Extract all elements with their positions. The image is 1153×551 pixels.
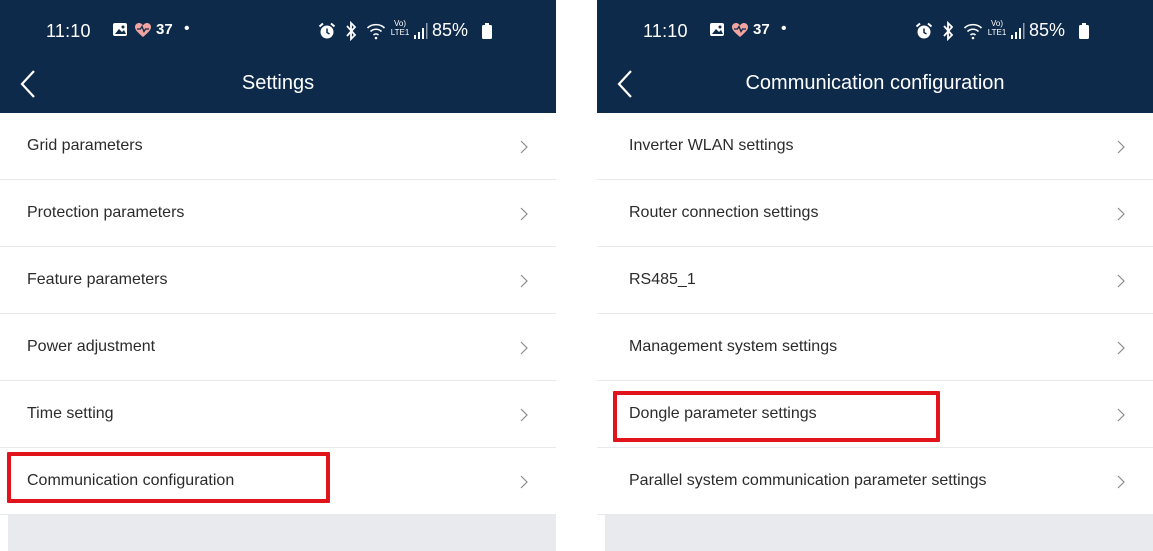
menu-item-label: Protection parameters <box>27 204 185 221</box>
dot-icon: • <box>184 20 190 37</box>
chevron-right-icon <box>1117 274 1125 288</box>
chevron-right-icon <box>520 140 528 154</box>
network-label: Vo) LTE1 <box>390 19 410 37</box>
menu-item-protection-parameters[interactable]: Protection parameters <box>0 180 556 247</box>
chevron-right-icon <box>520 475 528 489</box>
menu-item-label: Grid parameters <box>27 137 143 154</box>
battery-icon <box>482 23 492 39</box>
menu-item-rs485-1[interactable]: RS485_1 <box>597 247 1153 314</box>
settings-list: Grid parameters Protection parameters Fe… <box>0 113 556 515</box>
menu-item-label: Router connection settings <box>629 204 819 221</box>
communication-list: Inverter WLAN settings Router connection… <box>597 113 1153 515</box>
menu-item-label: RS485_1 <box>629 271 696 288</box>
chevron-right-icon <box>1117 207 1125 221</box>
chevron-right-icon <box>1117 475 1125 489</box>
status-bar: 11:10 37 • Vo) LTE1 85% <box>0 0 556 58</box>
status-icons-right: Vo) LTE1 85% <box>915 19 1105 42</box>
status-bar: 11:10 37 • Vo) LTE1 85% <box>597 0 1153 58</box>
menu-item-label: Parallel system communication parameter … <box>629 472 987 489</box>
signal-icon <box>1011 23 1025 39</box>
back-button[interactable] <box>611 66 641 102</box>
chevron-right-icon <box>1117 140 1125 154</box>
footer-band <box>605 514 1153 551</box>
menu-item-grid-parameters[interactable]: Grid parameters <box>0 113 556 180</box>
menu-item-label: Dongle parameter settings <box>629 405 817 422</box>
dot-icon: • <box>781 20 787 37</box>
menu-item-label: Management system settings <box>629 338 838 355</box>
battery-icon <box>1079 23 1089 39</box>
bluetooth-icon <box>943 21 954 41</box>
network-label: Vo) LTE1 <box>987 19 1007 37</box>
menu-item-management-system-settings[interactable]: Management system settings <box>597 314 1153 381</box>
battery-percent: 85% <box>432 20 469 40</box>
menu-item-parallel-system-communication-parameter-settings[interactable]: Parallel system communication parameter … <box>597 448 1153 515</box>
wifi-icon <box>963 23 983 40</box>
bluetooth-icon <box>346 21 357 41</box>
page-title: Communication configuration <box>745 72 1005 94</box>
menu-item-communication-configuration[interactable]: Communication configuration <box>0 448 556 515</box>
menu-item-power-adjustment[interactable]: Power adjustment <box>0 314 556 381</box>
chevron-right-icon <box>520 408 528 422</box>
status-icons-right: Vo) LTE1 85% <box>318 19 508 42</box>
temperature-label: 37 <box>156 21 173 38</box>
menu-item-dongle-parameter-settings[interactable]: Dongle parameter settings <box>597 381 1153 448</box>
status-time: 11:10 <box>643 21 688 41</box>
chevron-right-icon <box>520 274 528 288</box>
alarm-icon <box>318 22 336 39</box>
menu-item-label: Feature parameters <box>27 271 168 288</box>
heart-icon <box>135 23 151 37</box>
temperature-label: 37 <box>753 21 770 38</box>
menu-item-time-setting[interactable]: Time setting <box>0 381 556 448</box>
wifi-icon <box>366 23 386 40</box>
chevron-right-icon <box>1117 408 1125 422</box>
status-time: 11:10 <box>46 21 91 41</box>
menu-item-label: Power adjustment <box>27 338 156 355</box>
back-button[interactable] <box>14 66 44 102</box>
page-title: Settings <box>241 72 315 94</box>
menu-item-label: Communication configuration <box>27 472 235 489</box>
gallery-icon <box>710 23 724 36</box>
menu-item-label: Inverter WLAN settings <box>629 137 794 154</box>
chevron-left-icon <box>617 70 632 98</box>
chevron-right-icon <box>520 207 528 221</box>
heart-icon <box>732 23 748 37</box>
communication-configuration-screen: 11:10 37 • Vo) LTE1 85% Communication co… <box>597 0 1153 551</box>
chevron-left-icon <box>20 70 35 98</box>
chevron-right-icon <box>520 341 528 355</box>
chevron-right-icon <box>1117 341 1125 355</box>
signal-icon <box>414 23 428 39</box>
menu-item-label: Time setting <box>27 405 114 422</box>
gallery-icon <box>113 23 127 36</box>
menu-item-router-connection-settings[interactable]: Router connection settings <box>597 180 1153 247</box>
menu-item-inverter-wlan-settings[interactable]: Inverter WLAN settings <box>597 113 1153 180</box>
settings-screen: 11:10 37 • Vo) LTE1 85% Settings Grid pa… <box>0 0 556 551</box>
alarm-icon <box>915 22 933 39</box>
battery-percent: 85% <box>1029 20 1066 40</box>
menu-item-feature-parameters[interactable]: Feature parameters <box>0 247 556 314</box>
footer-band <box>8 514 556 551</box>
app-bar: Settings <box>0 58 556 113</box>
app-bar: Communication configuration <box>597 58 1153 113</box>
